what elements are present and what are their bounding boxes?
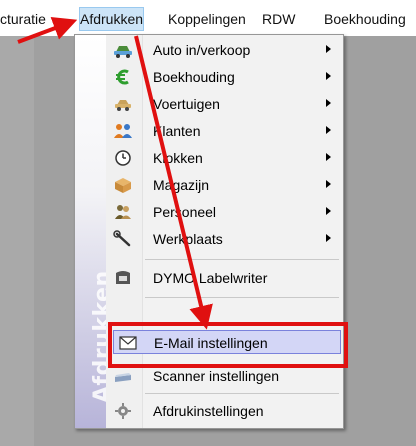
menu-item-label: Afdrukinstellingen	[153, 403, 264, 419]
submenu-arrow-icon	[326, 153, 331, 161]
menu-facturatie[interactable]: cturatie	[0, 8, 46, 30]
menu-item-klokken[interactable]: Klokken	[109, 146, 341, 170]
submenu-arrow-icon	[326, 45, 331, 53]
menu-item-label: DYMO Labelwriter	[153, 270, 268, 286]
menu-item-voertuigen[interactable]: Voertuigen	[109, 92, 341, 116]
vehicle-icon	[113, 94, 133, 114]
menu-rdw[interactable]: RDW	[262, 8, 295, 30]
box-icon	[113, 175, 133, 195]
menu-item-label: Auto in/verkoop	[153, 42, 251, 58]
menu-item-werkplaats[interactable]: Werkplaats	[109, 227, 341, 251]
submenu-arrow-icon	[326, 234, 331, 242]
menu-item-label: Magazijn	[153, 177, 210, 193]
menu-item-dymo-labelwriter[interactable]: DYMO Labelwriter	[109, 266, 341, 290]
afdrukken-dropdown-menu: Afdrukken Auto in/verkoop Boekhouding Vo…	[74, 34, 344, 429]
menu-side-strip: Afdrukken	[75, 35, 115, 428]
submenu-arrow-icon	[326, 180, 331, 188]
menu-separator	[145, 393, 339, 394]
menu-afdrukken[interactable]: Afdrukken	[78, 7, 145, 31]
menu-item-label: Klokken	[153, 150, 203, 166]
menu-item-label: Personeel	[153, 204, 217, 220]
workspace-left-panel	[0, 36, 34, 446]
staff-icon	[113, 202, 133, 222]
menu-separator	[145, 297, 339, 298]
submenu-arrow-icon	[326, 72, 331, 80]
menu-item-label: Boekhouding	[153, 69, 235, 85]
menu-item-label: Voertuigen	[153, 96, 220, 112]
wrench-icon	[113, 229, 133, 249]
menu-item-klanten[interactable]: Klanten	[109, 119, 341, 143]
menu-item-label: Scanner instellingen	[153, 368, 280, 384]
submenu-arrow-icon	[326, 207, 331, 215]
menu-item-afdrukinstellingen[interactable]: Afdrukinstellingen	[109, 399, 341, 423]
menu-item-auto-inverkoop[interactable]: Auto in/verkoop	[109, 38, 341, 62]
menu-item-magazijn[interactable]: Magazijn	[109, 173, 341, 197]
submenu-arrow-icon	[326, 99, 331, 107]
menu-item-label: E-Mail instellingen	[154, 335, 268, 351]
scanner-icon	[113, 366, 133, 386]
submenu-arrow-icon	[326, 126, 331, 134]
envelope-icon	[118, 333, 138, 353]
customers-icon	[113, 121, 133, 141]
printer-settings-icon	[113, 401, 133, 421]
euro-icon	[113, 67, 133, 87]
car-icon	[113, 40, 133, 60]
menu-boekhouding[interactable]: Boekhouding	[324, 8, 406, 30]
menu-koppelingen[interactable]: Koppelingen	[168, 8, 246, 30]
clock-icon	[113, 148, 133, 168]
menu-item-label: Klanten	[153, 123, 201, 139]
menu-item-email-instellingen[interactable]: E-Mail instellingen	[113, 330, 341, 354]
menu-item-label: Werkplaats	[153, 231, 223, 247]
menu-item-boekhouding[interactable]: Boekhouding	[109, 65, 341, 89]
menu-separator	[145, 259, 339, 260]
menu-item-personeel[interactable]: Personeel	[109, 200, 341, 224]
menu-bar: cturatie Afdrukken Koppelingen RDW Boekh…	[0, 0, 416, 37]
menu-item-scanner-instellingen[interactable]: Scanner instellingen	[109, 364, 341, 388]
label-printer-icon	[113, 268, 133, 288]
